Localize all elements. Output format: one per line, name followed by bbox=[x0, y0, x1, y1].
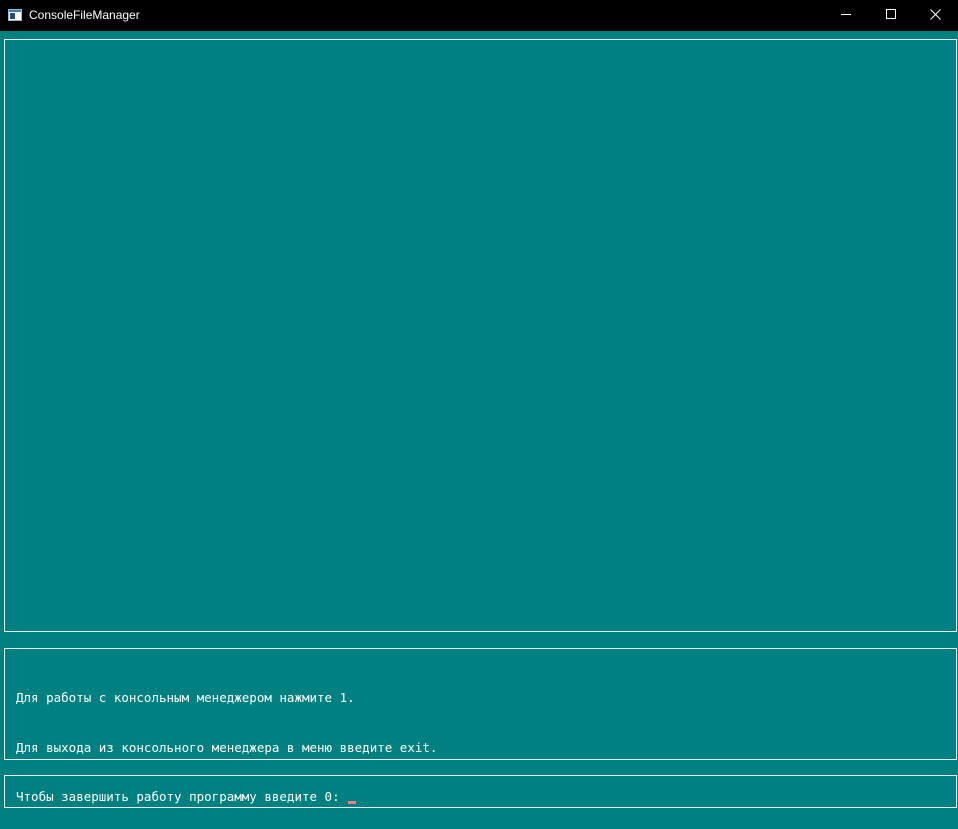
command-input-panel[interactable] bbox=[4, 775, 957, 808]
window-title: ConsoleFileManager bbox=[29, 8, 140, 22]
console-window-icon bbox=[8, 9, 22, 21]
console-output-panel: Для работы с консольным менеджером нажми… bbox=[4, 648, 957, 804]
minimize-icon bbox=[840, 9, 852, 23]
maximize-button[interactable] bbox=[868, 0, 914, 31]
console-line: Для выхода из консольного менеджера в ме… bbox=[16, 739, 438, 755]
close-button[interactable] bbox=[913, 0, 958, 31]
close-icon bbox=[930, 8, 941, 23]
console-line: Для работы с консольным менеджером нажми… bbox=[16, 690, 355, 705]
file-list-panel[interactable] bbox=[4, 39, 957, 632]
title-bar[interactable]: ConsoleFileManager bbox=[0, 0, 958, 31]
minimize-button[interactable] bbox=[823, 0, 869, 31]
maximize-icon bbox=[885, 8, 897, 23]
